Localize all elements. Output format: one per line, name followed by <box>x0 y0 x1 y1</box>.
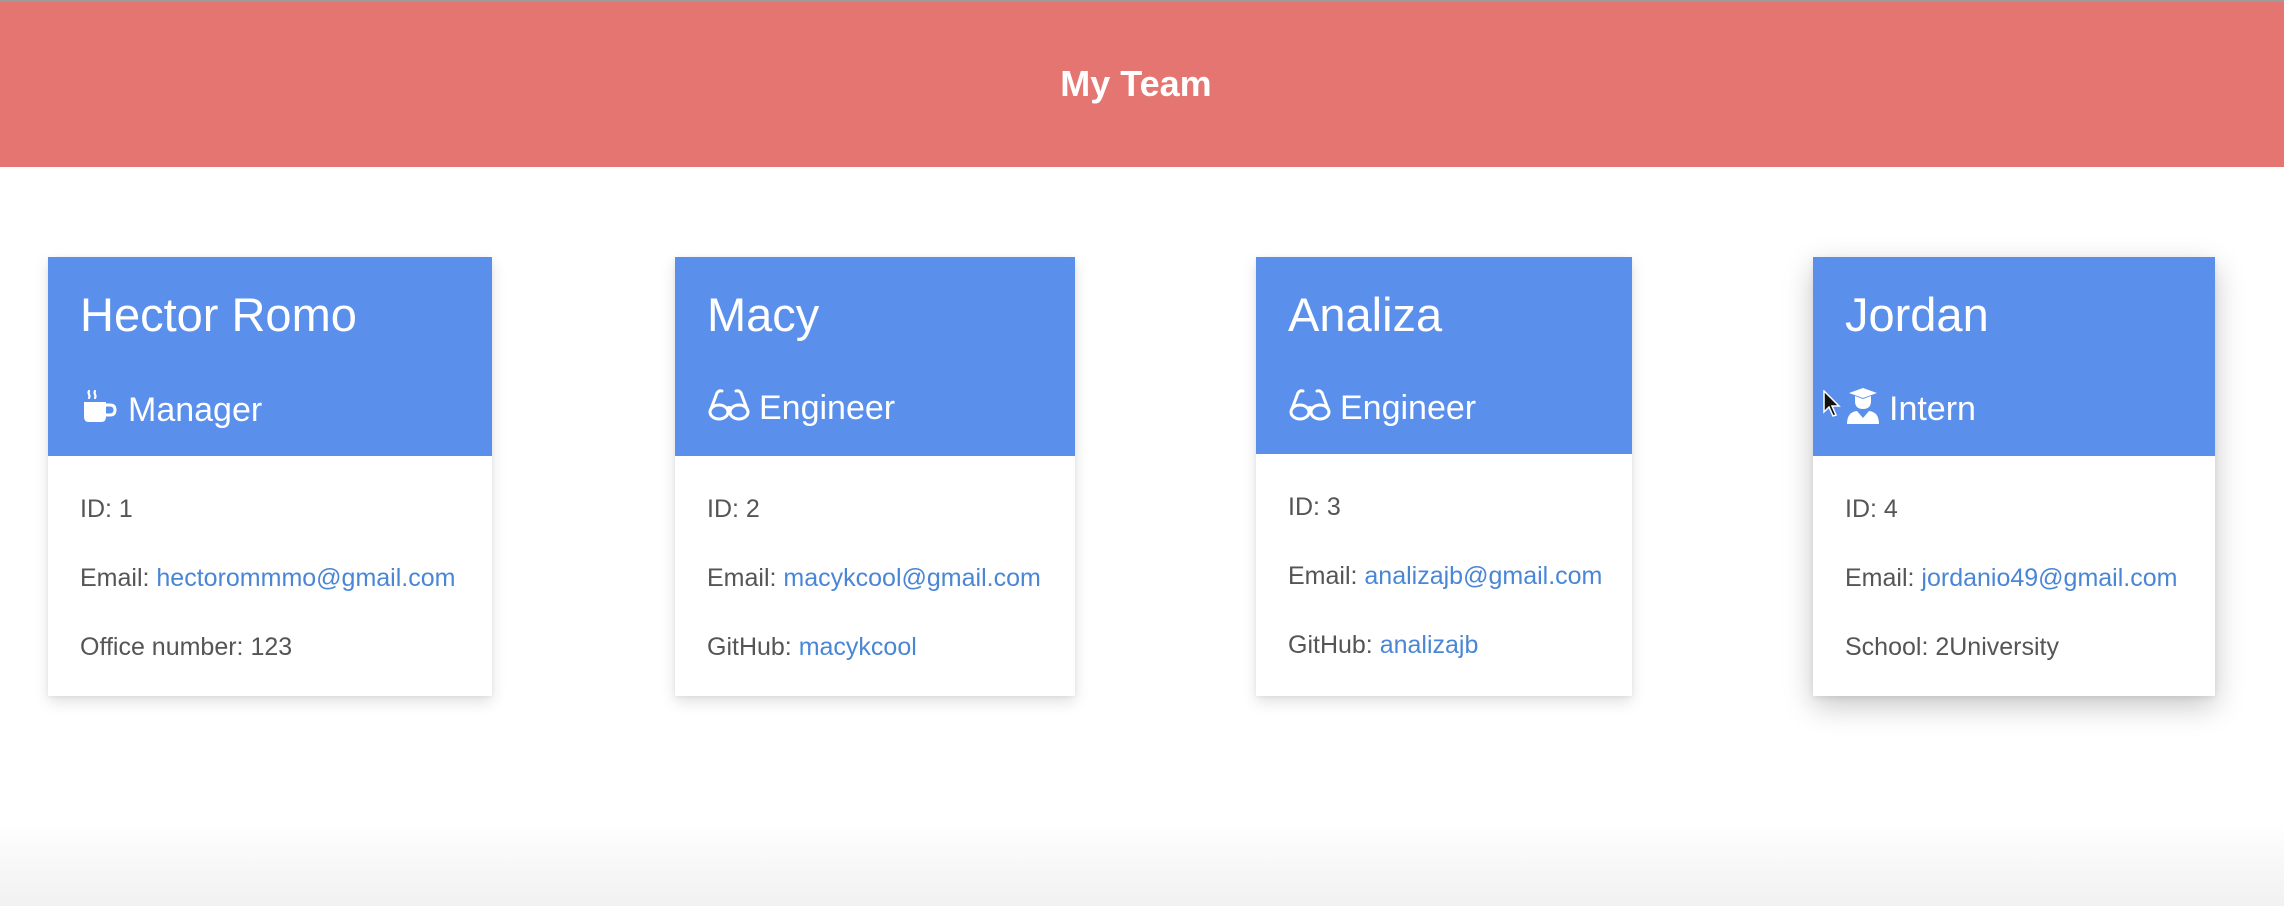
school-value: 2University <box>1935 633 2059 661</box>
header-banner: My Team <box>0 0 2284 167</box>
employee-name: Hector Romo <box>80 288 357 341</box>
id-value: 1 <box>118 495 133 523</box>
role-label: Manager <box>128 391 263 429</box>
id-value: 4 <box>1883 495 1898 523</box>
office-number-label: Office number: <box>80 633 251 661</box>
employee-card-manager: Hector Romo Manager ID: 1 Email: hectoro… <box>48 257 492 696</box>
email-label: Email: <box>80 564 157 592</box>
employee-id: ID: 2 <box>707 495 760 524</box>
employee-card-engineer: Analiza Engineer ID: 3 Email: analizajb@… <box>1256 257 1632 696</box>
employee-role: Intern <box>1845 387 1976 431</box>
employee-id: ID: 3 <box>1288 493 1341 522</box>
school-label: School: <box>1845 633 1936 661</box>
card-header: Macy Engineer <box>675 257 1075 456</box>
school: School: 2University <box>1845 633 2059 662</box>
role-label: Engineer <box>759 389 896 427</box>
github: GitHub: analizajb <box>1288 631 1478 660</box>
employee-email: Email: jordanio49@gmail.com <box>1845 564 2177 593</box>
coffee-mug-icon <box>80 387 120 433</box>
employee-email: Email: macykcool@gmail.com <box>707 564 1041 593</box>
employee-name: Macy <box>707 288 820 341</box>
id-label: ID: <box>80 495 119 523</box>
employee-email: Email: hectorommmo@gmail.com <box>80 564 455 593</box>
email-label: Email: <box>1288 562 1365 590</box>
employee-card-intern: Jordan Intern ID: 4 Email: jordanio49@gm… <box>1813 257 2215 696</box>
email-label: Email: <box>1845 564 1922 592</box>
glasses-icon <box>1288 387 1332 429</box>
office-number-value: 123 <box>250 633 293 661</box>
employee-name: Jordan <box>1845 288 1989 341</box>
graduate-icon <box>1845 387 1881 431</box>
employee-card-engineer: Macy Engineer ID: 2 Email: macykcool@gma… <box>675 257 1075 696</box>
email-link[interactable]: jordanio49@gmail.com <box>1921 564 2177 592</box>
id-value: 2 <box>745 495 760 523</box>
github-label: GitHub: <box>1288 631 1380 659</box>
email-label: Email: <box>707 564 784 592</box>
page: My Team Hector Romo Manager ID: 1 Email:… <box>0 0 2284 906</box>
role-label: Engineer <box>1340 389 1477 427</box>
id-label: ID: <box>1288 493 1327 521</box>
id-label: ID: <box>1845 495 1884 523</box>
employee-name: Analiza <box>1288 288 1443 341</box>
employee-id: ID: 4 <box>1845 495 1898 524</box>
github-link[interactable]: analizajb <box>1380 631 1479 659</box>
id-label: ID: <box>707 495 746 523</box>
github-link[interactable]: macykcool <box>799 633 917 661</box>
email-link[interactable]: macykcool@gmail.com <box>783 564 1040 592</box>
card-header: Analiza Engineer <box>1256 257 1632 454</box>
glasses-icon <box>707 387 751 429</box>
card-header: Jordan Intern <box>1813 257 2215 456</box>
github-label: GitHub: <box>707 633 799 661</box>
github: GitHub: macykcool <box>707 633 917 662</box>
card-header: Hector Romo Manager <box>48 257 492 456</box>
mouse-pointer-icon <box>1823 389 1841 423</box>
employee-email: Email: analizajb@gmail.com <box>1288 562 1602 591</box>
id-value: 3 <box>1326 493 1341 521</box>
employee-role: Manager <box>80 387 262 433</box>
employee-role: Engineer <box>707 387 895 429</box>
email-link[interactable]: analizajb@gmail.com <box>1364 562 1602 590</box>
employee-id: ID: 1 <box>80 495 133 524</box>
role-label: Intern <box>1889 390 1976 428</box>
office-number: Office number: 123 <box>80 633 292 662</box>
page-title: My Team <box>1060 62 1212 104</box>
employee-role: Engineer <box>1288 387 1476 429</box>
email-link[interactable]: hectorommmo@gmail.com <box>156 564 455 592</box>
